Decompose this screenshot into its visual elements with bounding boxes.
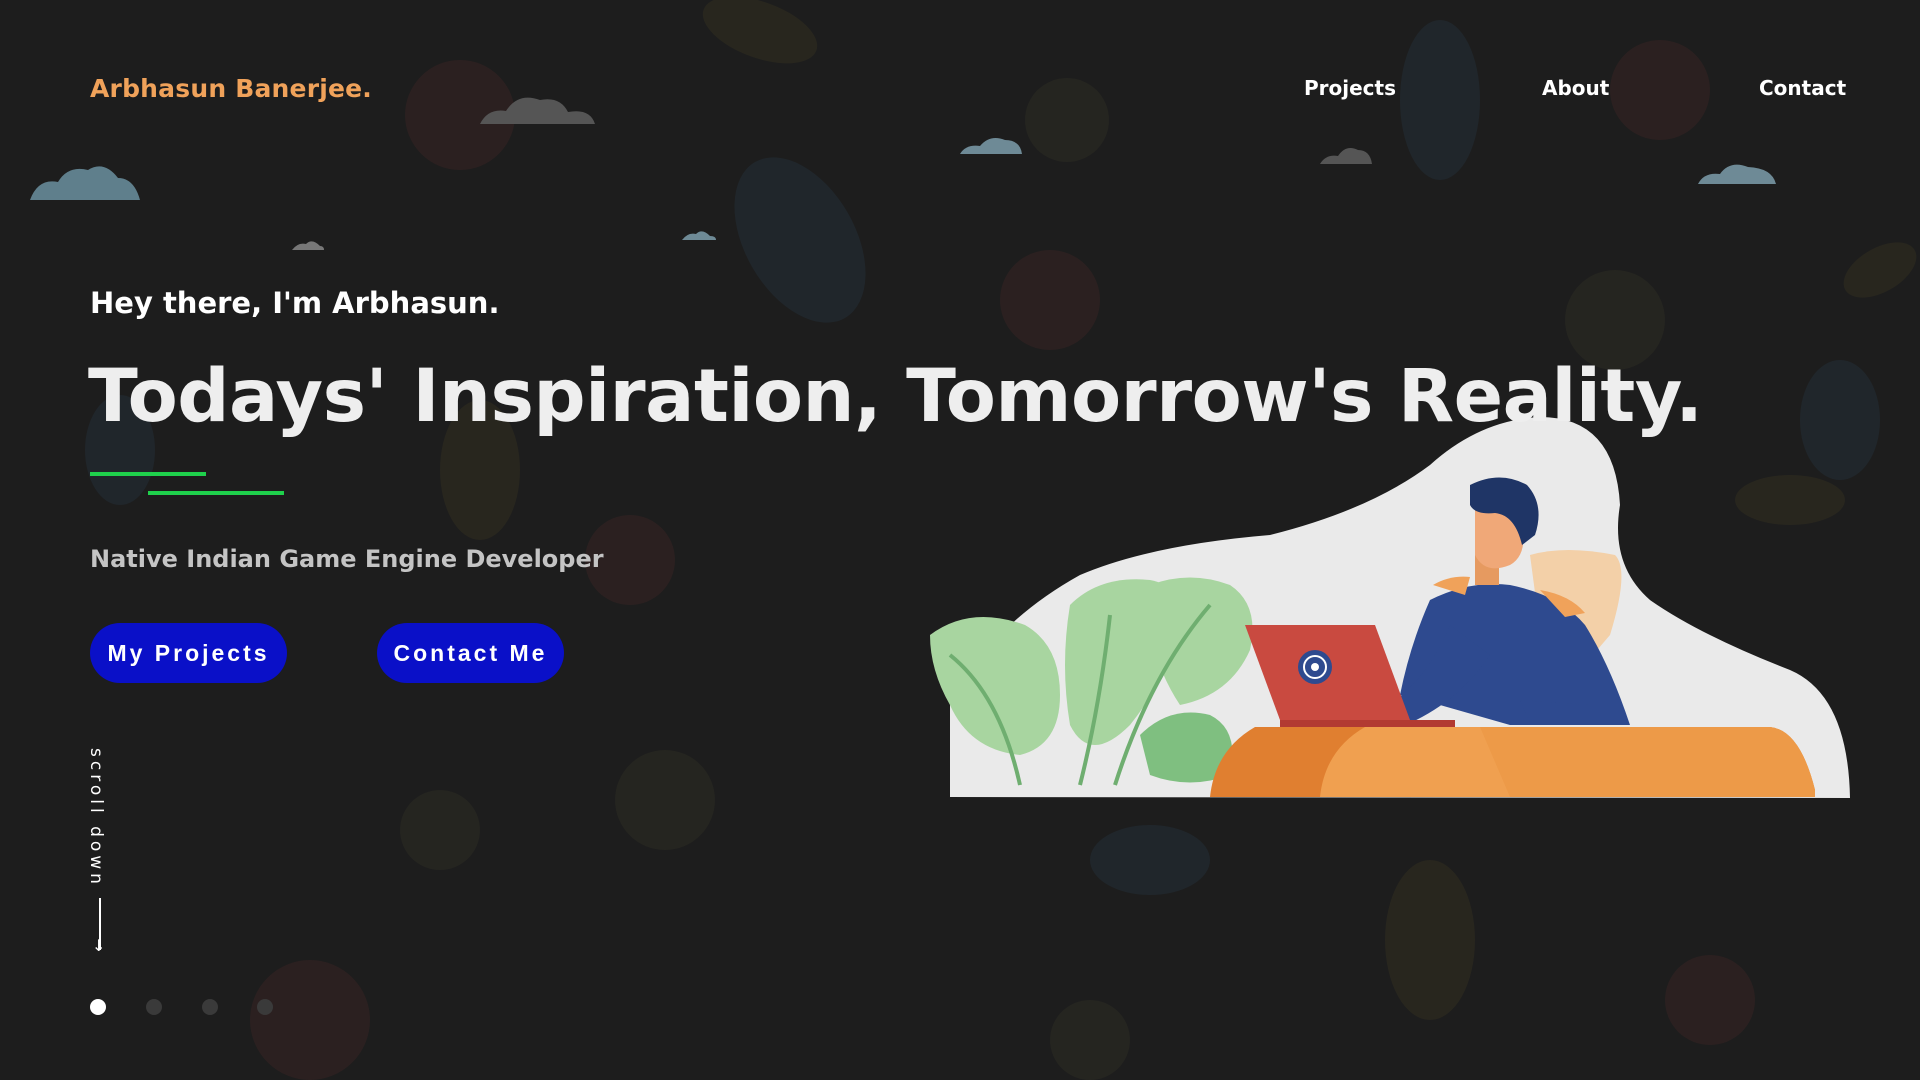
cloud-icon [292,241,324,250]
down-arrow-icon[interactable]: ↓ [92,936,105,955]
contact-me-button[interactable]: Contact Me [377,623,564,683]
cloud-icon [480,97,595,124]
pagination-dot-3[interactable] [202,999,218,1015]
scroll-down-label[interactable]: scroll down [86,748,106,888]
hero-headline: Todays' Inspiration, Tomorrow's Reality. [88,354,1703,439]
pagination-dot-1[interactable] [90,999,106,1015]
hero-greeting: Hey there, I'm Arbhasun. [90,286,500,320]
pagination-dot-4[interactable] [257,999,273,1015]
nav-link-about[interactable]: About [1542,76,1609,100]
cloud-icon [960,138,1022,154]
nav-link-contact[interactable]: Contact [1759,76,1846,100]
cloud-icon [1698,164,1776,184]
accent-underline-bottom [148,491,284,495]
clouds-decoration [30,97,1776,250]
accent-underline-top [90,472,206,476]
cloud-icon [30,166,140,200]
site-logo[interactable]: Arbhasun Banerjee. [90,74,372,103]
my-projects-button[interactable]: My Projects [90,623,287,683]
cloud-icon [1320,148,1372,164]
hero-subtitle: Native Indian Game Engine Developer [90,545,604,573]
developer-at-laptop-illustration [930,417,1850,798]
pagination-dot-2[interactable] [146,999,162,1015]
cloud-icon [682,231,716,240]
nav-link-projects[interactable]: Projects [1304,76,1396,100]
